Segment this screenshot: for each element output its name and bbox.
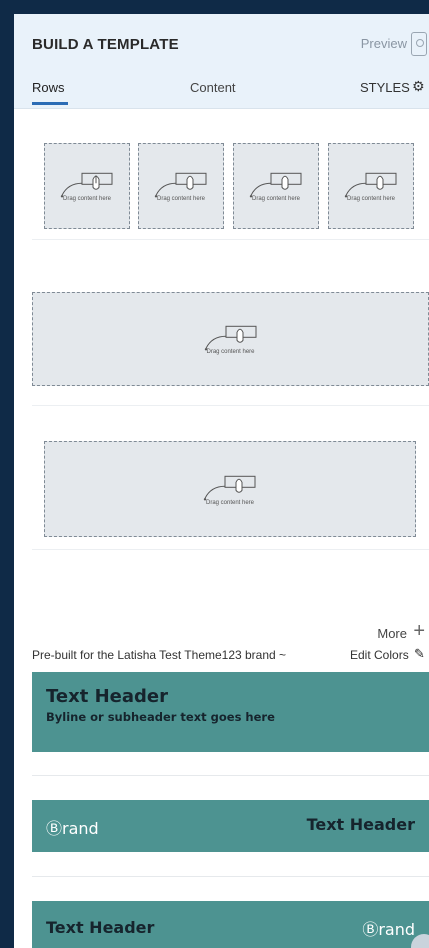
template-brand-logo: Ⓑrand xyxy=(362,920,415,939)
divider xyxy=(32,775,429,776)
divider xyxy=(32,876,429,877)
template-brand-logo: Ⓑrand xyxy=(46,819,99,838)
tab-rows[interactable]: Rows xyxy=(32,80,65,95)
drop-zone-label: Drag content here xyxy=(205,500,255,506)
drop-zone[interactable]: Drag content here xyxy=(328,143,414,229)
drop-zone[interactable]: Drag content here xyxy=(44,143,130,229)
prebuilt-brand-label[interactable]: Pre-built for the Latisha Test Theme123 … xyxy=(32,648,286,662)
row-layout-one-column-padded[interactable]: Drag content here xyxy=(32,418,429,550)
tab-content[interactable]: Content xyxy=(190,80,236,95)
plus-icon[interactable]: + xyxy=(413,620,425,643)
drop-zone-label: Drag content here xyxy=(346,196,396,202)
drop-zone-label: Drag content here xyxy=(62,196,112,202)
drop-zone[interactable]: Drag content here xyxy=(138,143,224,229)
drop-zone-label: Drag content here xyxy=(156,196,206,202)
tab-styles[interactable]: STYLES xyxy=(360,80,410,95)
drop-zone[interactable]: Drag content here xyxy=(32,292,429,386)
pencil-icon[interactable]: ✎ xyxy=(414,646,425,662)
template-byline-text: Byline or subheader text goes here xyxy=(46,710,275,724)
gear-icon[interactable]: ⚙ xyxy=(412,78,425,95)
drop-zone-label: Drag content here xyxy=(251,196,301,202)
template-header-text: Text Header xyxy=(46,686,168,707)
preview-button[interactable]: Preview xyxy=(361,36,407,51)
row-layout-four-column[interactable]: Drag content here Drag content here Drag… xyxy=(32,118,429,240)
edit-colors-button[interactable]: Edit Colors xyxy=(350,648,409,662)
prebuilt-template-header-byline[interactable]: Text Header Byline or subheader text goe… xyxy=(32,672,429,752)
panel-header: BUILD A TEMPLATE Preview Rows Content ST… xyxy=(14,14,429,109)
prebuilt-template-brand-header[interactable]: Ⓑrand Text Header xyxy=(32,800,429,852)
drop-zone-label: Drag content here xyxy=(206,349,255,355)
more-button[interactable]: More xyxy=(377,626,407,641)
drop-zone[interactable]: Drag content here xyxy=(233,143,319,229)
template-header-text: Text Header xyxy=(46,918,155,937)
template-header-text: Text Header xyxy=(306,815,415,834)
row-layout-one-column[interactable]: Drag content here xyxy=(32,256,429,406)
drop-zone[interactable]: Drag content here xyxy=(44,441,416,537)
template-builder-panel: BUILD A TEMPLATE Preview Rows Content ST… xyxy=(14,14,429,948)
prebuilt-template-header-brand[interactable]: Text Header Ⓑrand xyxy=(32,901,429,948)
preview-icon[interactable] xyxy=(411,32,427,56)
page-title: BUILD A TEMPLATE xyxy=(32,36,179,53)
tab-rows-indicator xyxy=(32,102,68,105)
